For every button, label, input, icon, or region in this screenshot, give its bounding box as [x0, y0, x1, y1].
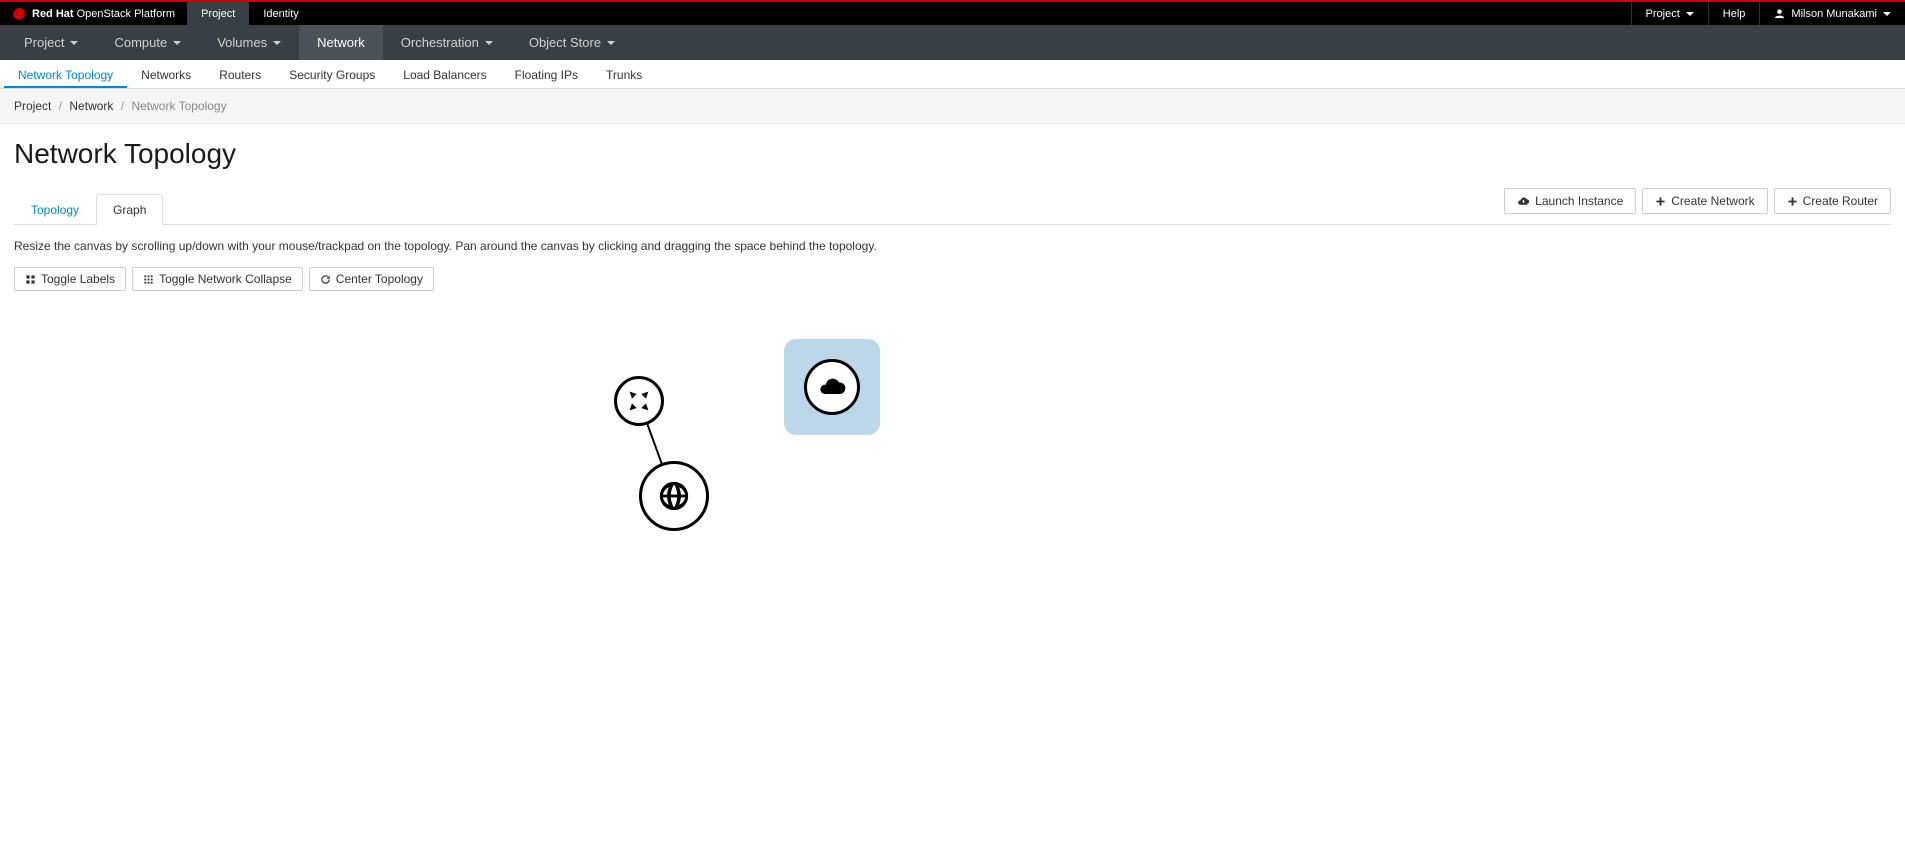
redhat-logo-icon	[12, 7, 26, 21]
primary-nav: Project Compute Volumes Network Orchestr…	[0, 25, 1905, 60]
topology-node-internal-network[interactable]	[784, 339, 880, 435]
toggle-labels-button[interactable]: Toggle Labels	[14, 267, 126, 291]
grid-large-icon	[25, 274, 36, 285]
cloud-icon	[818, 373, 846, 401]
top-tab-project[interactable]: Project	[187, 2, 249, 25]
chevron-down-icon	[173, 41, 181, 45]
refresh-icon	[320, 274, 331, 285]
top-header: Red Hat OpenStack Platform Project Ident…	[0, 2, 1905, 25]
top-tab-identity[interactable]: Identity	[249, 2, 312, 25]
project-dropdown[interactable]: Project	[1631, 2, 1708, 25]
create-router-button[interactable]: Create Router	[1774, 188, 1891, 214]
subnav-floating-ips[interactable]: Floating IPs	[501, 62, 592, 88]
project-dropdown-label: Project	[1646, 8, 1680, 20]
cloud-upload-icon	[1517, 195, 1530, 208]
chevron-down-icon	[1883, 12, 1891, 16]
canvas-toolbar: Toggle Labels Toggle Network Collapse Ce…	[14, 267, 1891, 291]
subnav-networks[interactable]: Networks	[127, 62, 205, 88]
subnav-load-balancers[interactable]: Load Balancers	[389, 62, 500, 88]
user-icon	[1774, 8, 1785, 19]
subnav-routers[interactable]: Routers	[205, 62, 275, 88]
globe-icon	[657, 479, 691, 513]
tab-graph[interactable]: Graph	[96, 194, 163, 225]
topology-node-external-network[interactable]	[639, 461, 709, 531]
chevron-down-icon	[70, 41, 78, 45]
launch-instance-button[interactable]: Launch Instance	[1504, 188, 1636, 214]
brand-text: Red Hat OpenStack Platform	[32, 8, 175, 20]
nav-compute[interactable]: Compute	[96, 25, 199, 60]
plus-icon	[1787, 196, 1798, 207]
topology-node-router[interactable]	[614, 376, 664, 426]
top-context-tabs: Project Identity	[187, 2, 313, 25]
page-content: Network Topology Launch Instance Create …	[0, 124, 1905, 685]
toggle-network-collapse-button[interactable]: Toggle Network Collapse	[132, 267, 303, 291]
secondary-nav: Network Topology Networks Routers Securi…	[0, 60, 1905, 89]
help-text: Resize the canvas by scrolling up/down w…	[14, 239, 1891, 253]
help-link[interactable]: Help	[1708, 2, 1760, 25]
grid-small-icon	[143, 274, 154, 285]
nav-object-store[interactable]: Object Store	[511, 25, 633, 60]
breadcrumb-current: Network Topology	[131, 99, 226, 113]
user-name-label: Milson Munakami	[1791, 8, 1877, 20]
top-right-menu: Project Help Milson Munakami	[1631, 2, 1905, 25]
brand[interactable]: Red Hat OpenStack Platform	[0, 7, 187, 21]
subnav-security-groups[interactable]: Security Groups	[275, 62, 389, 88]
tab-topology[interactable]: Topology	[14, 194, 96, 225]
subnav-trunks[interactable]: Trunks	[592, 62, 656, 88]
chevron-down-icon	[273, 41, 281, 45]
breadcrumb-project[interactable]: Project	[14, 99, 51, 113]
breadcrumb-network[interactable]: Network	[69, 99, 113, 113]
topology-canvas[interactable]	[14, 311, 1891, 671]
user-menu[interactable]: Milson Munakami	[1759, 2, 1905, 25]
nav-orchestration[interactable]: Orchestration	[383, 25, 511, 60]
nav-volumes[interactable]: Volumes	[199, 25, 299, 60]
chevron-down-icon	[485, 41, 493, 45]
chevron-down-icon	[607, 41, 615, 45]
nav-network[interactable]: Network	[299, 25, 383, 60]
center-topology-button[interactable]: Center Topology	[309, 267, 434, 291]
breadcrumb: Project / Network / Network Topology	[0, 89, 1905, 124]
subnav-network-topology[interactable]: Network Topology	[4, 62, 127, 88]
router-arrows-icon	[625, 387, 653, 415]
create-network-button[interactable]: Create Network	[1642, 188, 1767, 214]
chevron-down-icon	[1686, 12, 1694, 16]
nav-project[interactable]: Project	[6, 25, 96, 60]
plus-icon	[1655, 196, 1666, 207]
page-title: Network Topology	[14, 138, 1891, 170]
